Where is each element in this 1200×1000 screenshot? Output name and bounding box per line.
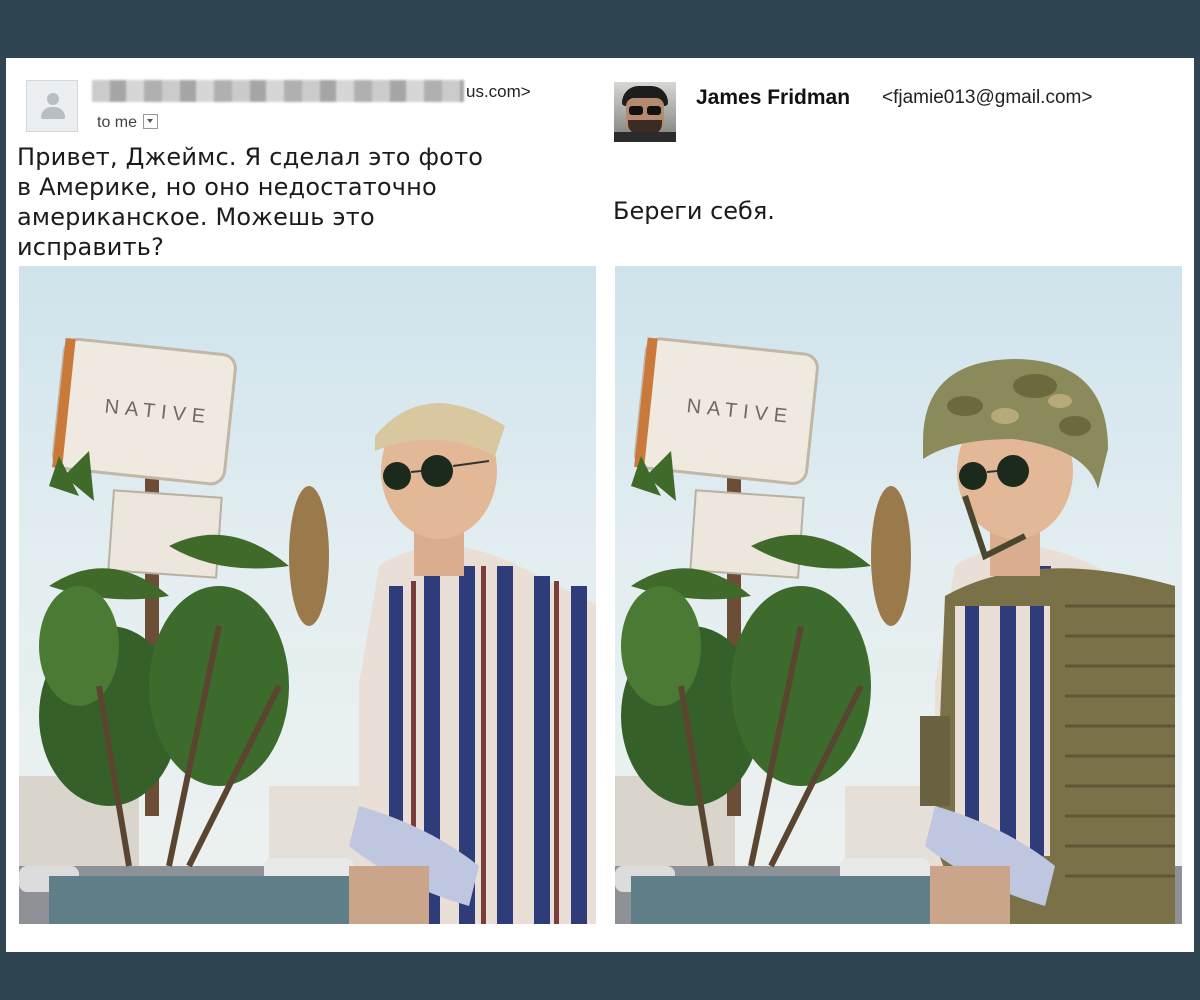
james-avatar	[614, 82, 676, 142]
person-icon	[47, 93, 59, 105]
edited-photo: NATIVE	[615, 266, 1182, 924]
left-message-text: Привет, Джеймс. Я сделал это фото в Амер…	[17, 143, 484, 261]
blurred-sender-address	[92, 80, 464, 102]
sender-address-suffix: us.com>	[466, 82, 531, 101]
right-message-text: Береги себя.	[613, 197, 775, 225]
sender-name: James Fridman	[696, 86, 851, 109]
chevron-down-icon[interactable]	[143, 114, 159, 129]
sender-email: <fjamie013@gmail.com>	[882, 87, 1093, 108]
recipient-line[interactable]: to me	[97, 114, 159, 132]
recipient-label: to me	[97, 114, 138, 131]
sender-avatar	[26, 80, 78, 132]
original-photo: NATIVE	[19, 266, 596, 924]
